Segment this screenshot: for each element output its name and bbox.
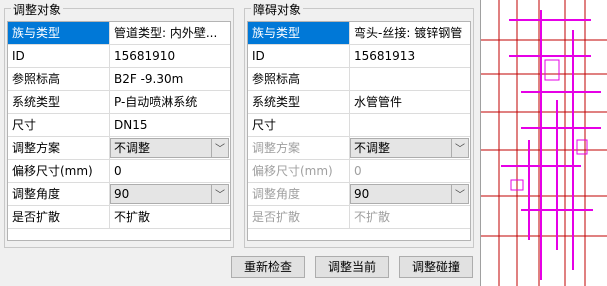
property-row-system-type[interactable]: 系统类型 水管管件 [248, 91, 470, 114]
property-value: 水管管件 [354, 95, 403, 109]
adjust-plan-dropdown[interactable]: 不调整 ﹀ [110, 138, 229, 158]
obstacle-object-group: 障碍对象 族与类型 弯头-丝接: 镀锌钢管 ID 15681913 参照标高 系… [244, 1, 474, 248]
property-row-id[interactable]: ID 15681910 [8, 45, 230, 68]
property-value: B2F -9.30m [114, 72, 184, 86]
property-row-adjust-plan[interactable]: 调整方案 不调整 ﹀ [248, 137, 470, 160]
chevron-down-icon: ﹀ [455, 190, 465, 201]
property-label: 系统类型 [8, 91, 110, 113]
property-label: 是否扩散 [248, 206, 350, 228]
adjust-object-group: 调整对象 族与类型 管道类型: 内外壁... ID 15681910 参照标高 … [4, 1, 234, 248]
dropdown-button[interactable]: ﹀ [211, 139, 228, 157]
cad-drawing-canvas[interactable] [480, 0, 607, 286]
property-label: 系统类型 [248, 91, 350, 113]
dropdown-button[interactable]: ﹀ [451, 185, 468, 203]
property-row-id[interactable]: ID 15681913 [248, 45, 470, 68]
property-label: 调整方案 [248, 137, 350, 159]
property-row-level[interactable]: 参照标高 [248, 68, 470, 91]
property-label: 族与类型 [8, 22, 110, 44]
property-label: ID [248, 45, 350, 67]
adjust-plan-dropdown[interactable]: 不调整 ﹀ [350, 138, 469, 158]
dropdown-value: 不调整 [354, 141, 391, 155]
property-value: 15681913 [354, 49, 416, 63]
dropdown-value: 90 [354, 187, 370, 201]
angle-dropdown[interactable]: 90 ﹀ [110, 184, 229, 204]
property-row-level[interactable]: 参照标高 B2F -9.30m [8, 68, 230, 91]
adjust-object-title: 调整对象 [11, 1, 64, 18]
property-label: 调整角度 [248, 183, 350, 205]
property-value: 不扩散 [114, 210, 151, 224]
property-label: 族与类型 [248, 22, 350, 44]
property-row-angle[interactable]: 调整角度 90 ﹀ [8, 183, 230, 206]
property-value: 不扩散 [354, 210, 391, 224]
offset-input: 0 [354, 164, 362, 178]
property-label: 参照标高 [8, 68, 110, 90]
obstacle-object-grid: 族与类型 弯头-丝接: 镀锌钢管 ID 15681913 参照标高 系统类型 水… [247, 21, 471, 241]
property-label: 尺寸 [248, 114, 350, 136]
obstacle-object-title: 障碍对象 [251, 1, 304, 18]
property-value: 管道类型: 内外壁... [114, 26, 218, 40]
property-label: 偏移尺寸(mm) [248, 160, 350, 182]
property-row-family-type[interactable]: 族与类型 管道类型: 内外壁... [8, 22, 230, 45]
dropdown-value: 不调整 [114, 141, 151, 155]
pipe-drawing [481, 0, 607, 286]
property-value [350, 114, 470, 136]
property-label: 调整角度 [8, 183, 110, 205]
dropdown-button[interactable]: ﹀ [451, 139, 468, 157]
property-value: DN15 [114, 118, 148, 132]
property-row-size[interactable]: 尺寸 DN15 [8, 114, 230, 137]
property-label: 偏移尺寸(mm) [8, 160, 110, 182]
property-row-spread: 是否扩散 不扩散 [248, 206, 470, 229]
adjust-object-grid: 族与类型 管道类型: 内外壁... ID 15681910 参照标高 B2F -… [7, 21, 231, 241]
adjust-current-button[interactable]: 调整当前 [315, 256, 389, 278]
collision-adjust-panel: 调整对象 族与类型 管道类型: 内外壁... ID 15681910 参照标高 … [0, 0, 480, 286]
angle-dropdown[interactable]: 90 ﹀ [350, 184, 469, 204]
property-value [350, 68, 470, 90]
property-value: P-自动喷淋系统 [114, 95, 198, 109]
property-label: 是否扩散 [8, 206, 110, 228]
chevron-down-icon: ﹀ [215, 190, 225, 201]
property-row-offset[interactable]: 偏移尺寸(mm) 0 [8, 160, 230, 183]
chevron-down-icon: ﹀ [455, 144, 465, 155]
property-row-adjust-plan[interactable]: 调整方案 不调整 ﹀ [8, 137, 230, 160]
adjust-collision-button[interactable]: 调整碰撞 [399, 256, 473, 278]
chevron-down-icon: ﹀ [215, 144, 225, 155]
property-row-family-type[interactable]: 族与类型 弯头-丝接: 镀锌钢管 [248, 22, 470, 45]
property-row-spread[interactable]: 是否扩散 不扩散 [8, 206, 230, 229]
dropdown-button[interactable]: ﹀ [211, 185, 228, 203]
dropdown-value: 90 [114, 187, 130, 201]
property-label: 尺寸 [8, 114, 110, 136]
property-value: 弯头-丝接: 镀锌钢管 [354, 26, 463, 40]
property-row-offset: 偏移尺寸(mm) 0 [248, 160, 470, 183]
property-value: 15681910 [114, 49, 176, 63]
offset-input[interactable]: 0 [110, 160, 230, 182]
property-label: ID [8, 45, 110, 67]
property-label: 调整方案 [8, 137, 110, 159]
property-row-angle[interactable]: 调整角度 90 ﹀ [248, 183, 470, 206]
recheck-button[interactable]: 重新检查 [231, 256, 305, 278]
property-row-size[interactable]: 尺寸 [248, 114, 470, 137]
property-row-system-type[interactable]: 系统类型 P-自动喷淋系统 [8, 91, 230, 114]
property-label: 参照标高 [248, 68, 350, 90]
